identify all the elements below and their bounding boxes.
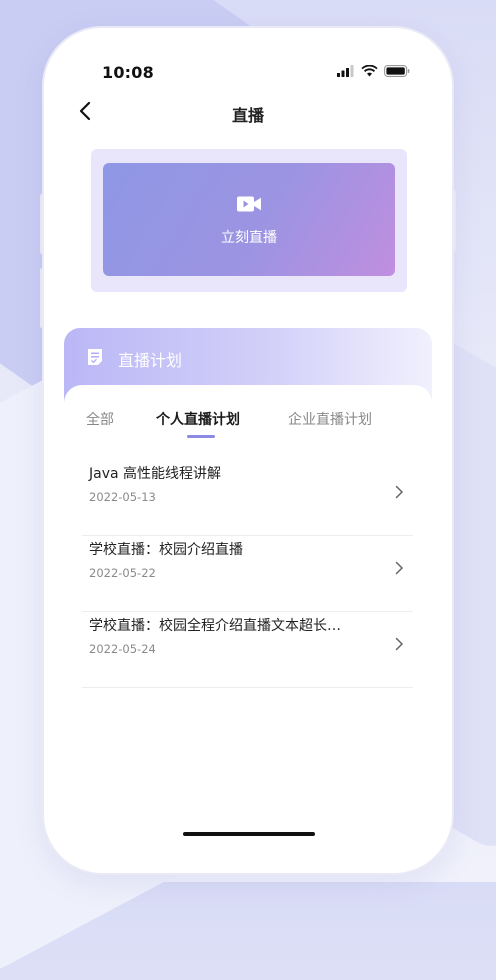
list-item-title: Java 高性能线程讲解 [89,466,222,482]
status-time: 10:08 [102,63,154,82]
plan-title: 直播计划 [118,351,183,370]
list-item-title: 学校直播：校园全程介绍直播文本超长… [89,618,341,634]
start-live-label: 立刻直播 [221,230,277,246]
list-item[interactable]: Java 高性能线程讲解 2022-05-13 [82,460,413,536]
chevron-right-icon [395,637,404,651]
battery-icon [384,65,410,77]
plan-list: Java 高性能线程讲解 2022-05-13 学校直播：校园介绍直播 2022… [82,460,413,688]
page-title: 直播 [231,106,264,125]
tab-enterprise-plan[interactable]: 企业直播计划 [288,409,372,429]
plan-tabs: 全部 个人直播计划 企业直播计划 [64,409,432,445]
live-banner: 立刻直播 [91,149,407,292]
status-icons [337,65,410,77]
active-tab-indicator [187,435,215,438]
document-icon [88,349,102,365]
start-live-button[interactable]: 立刻直播 [103,163,395,276]
phone-side-button [452,190,456,252]
video-camera-icon [237,196,261,212]
phone-screen: 10:08 直播 立刻直播 直播计划 全部 个人直播计划 企业直播计划 Java… [44,28,452,873]
cellular-signal-icon [337,65,354,77]
home-indicator[interactable] [183,832,315,836]
list-item-date: 2022-05-22 [89,566,156,580]
list-item-title: 学校直播：校园介绍直播 [89,542,243,558]
chevron-right-icon [395,485,404,499]
plan-card: 全部 个人直播计划 企业直播计划 Java 高性能线程讲解 2022-05-13… [64,385,432,865]
tab-personal-plan[interactable]: 个人直播计划 [156,409,240,429]
chevron-right-icon [395,561,404,575]
tab-all[interactable]: 全部 [86,409,114,429]
list-item-date: 2022-05-13 [89,490,156,504]
list-item-date: 2022-05-24 [89,642,156,656]
wifi-icon [361,65,378,77]
list-item[interactable]: 学校直播：校园介绍直播 2022-05-22 [82,536,413,612]
list-item[interactable]: 学校直播：校园全程介绍直播文本超长… 2022-05-24 [82,612,413,688]
